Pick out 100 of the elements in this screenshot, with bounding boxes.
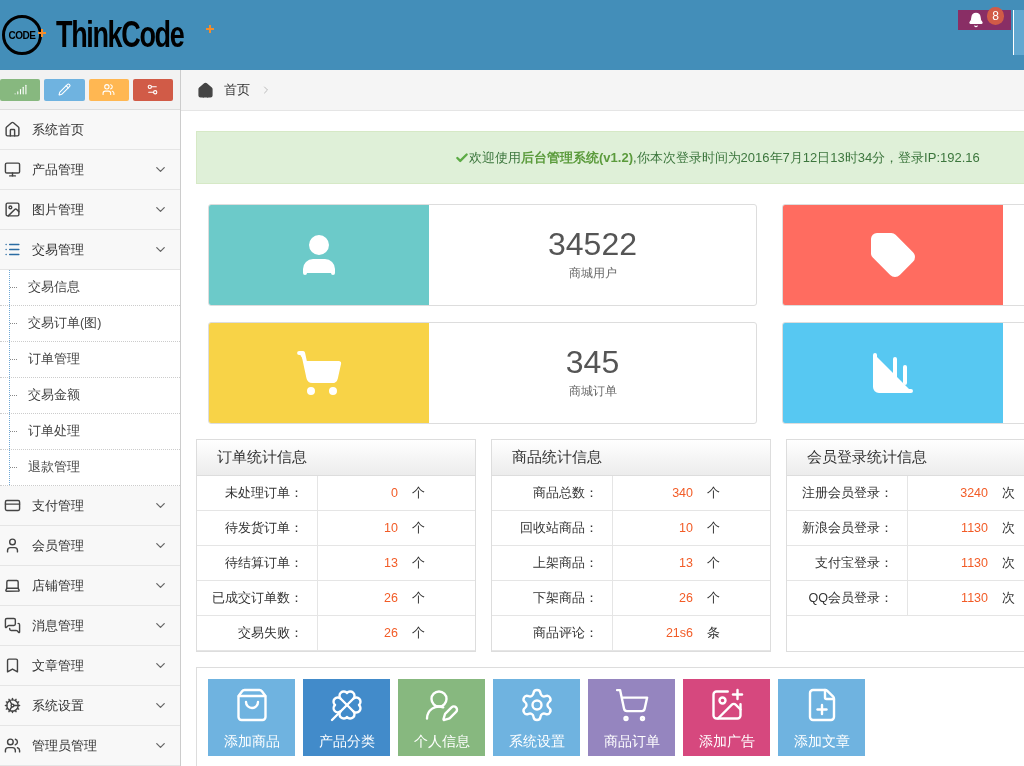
shortcut-button[interactable] <box>44 78 85 101</box>
sidebar-item[interactable]: 图片管理 <box>0 190 180 230</box>
table-cell: 注册会员登录： <box>787 476 908 510</box>
stat-number: 26 <box>383 589 398 607</box>
stat-value: 34522 <box>548 228 637 260</box>
table-cell: 商品总数： <box>492 476 613 510</box>
submenu-item[interactable]: 交易信息 <box>28 278 80 297</box>
sidebar-label: 产品管理 <box>32 160 85 179</box>
signal-icon <box>13 83 27 96</box>
sidebar-label: 店铺管理 <box>32 576 85 595</box>
submenu-item[interactable]: 退款管理 <box>28 458 80 477</box>
table-cell: 待发货订单： <box>197 511 318 545</box>
welcome-message: 欢迎使用后台管理系统(v1.2),你本次登录时间为2016年7月12日13时34分，登录IP:192.16 <box>469 148 980 167</box>
stat-label: 商城订单 <box>568 383 617 400</box>
logo-badge: CODE <box>2 15 42 55</box>
notification-count: 8 <box>987 7 1004 25</box>
table-cell: 支付宝登录： <box>787 546 908 580</box>
sidebar-label: 文章管理 <box>32 656 85 675</box>
unit-label: 个 <box>412 554 425 572</box>
panel-title: 商品统计信息 <box>512 447 602 468</box>
unit-label: 条 <box>707 624 720 642</box>
users-icon <box>102 83 116 96</box>
sidebar-item[interactable]: 交易管理 <box>0 230 180 270</box>
stat-number: 10 <box>678 519 693 537</box>
plus-icon <box>38 29 46 37</box>
table-cell: 已成交订单数： <box>197 581 318 615</box>
sidebar-label: 会员管理 <box>32 536 85 555</box>
bell-icon <box>968 12 984 28</box>
unit-label: 个 <box>707 484 720 502</box>
sidebar-item[interactable]: 文章管理 <box>0 646 180 686</box>
unit-label: 次 <box>1002 554 1015 572</box>
sidebar-label: 系统设置 <box>32 696 85 715</box>
sidebar-label: 消息管理 <box>32 616 85 635</box>
sidebar-item[interactable]: 管理员管理 <box>0 726 180 766</box>
sidebar-label: 图片管理 <box>32 200 85 219</box>
unit-label: 个 <box>412 519 425 537</box>
table-cell: 新浪会员登录： <box>787 511 908 545</box>
cart-icon <box>613 687 650 723</box>
stat-number: 340 <box>671 484 693 502</box>
sidebar-item[interactable]: 产品管理 <box>0 150 180 190</box>
unit-label: 个 <box>412 484 425 502</box>
sidebar-item[interactable]: 支付管理 <box>0 486 180 526</box>
check-icon <box>455 150 469 165</box>
sidebar-label: 交易管理 <box>32 240 85 259</box>
table-cell: 待结算订单： <box>197 546 318 580</box>
sidebar-item[interactable]: 消息管理 <box>0 606 180 646</box>
tags-icon <box>869 231 917 279</box>
table-cell: 回收站商品： <box>492 511 613 545</box>
cart-icon <box>295 349 343 397</box>
submenu-item[interactable]: 订单管理 <box>28 350 80 369</box>
stat-number: 21s6 <box>664 624 693 642</box>
stat-number: 1130 <box>960 554 988 572</box>
shortcut-button[interactable] <box>132 78 173 101</box>
sidebar-item[interactable]: 系统设置 <box>0 686 180 726</box>
table-cell: 上架商品： <box>492 546 613 580</box>
submenu-item[interactable]: 交易金额 <box>28 386 80 405</box>
stat-number: 13 <box>383 554 398 572</box>
unit-label: 个 <box>412 624 425 642</box>
bookmark-icon <box>4 657 21 674</box>
unit-label: 个 <box>707 554 720 572</box>
unit-label: 次 <box>1002 484 1015 502</box>
shortcut-button[interactable] <box>0 78 41 101</box>
sidebar-item[interactable]: 店铺管理 <box>0 566 180 606</box>
sidebar-item[interactable]: 会员管理 <box>0 526 180 566</box>
sidebar-item[interactable]: 系统首页 <box>0 110 180 150</box>
unit-label: 个 <box>707 519 720 537</box>
petals-icon <box>328 687 365 723</box>
quick-action-button[interactable]: 添加广告 <box>683 679 770 756</box>
plus-icon <box>205 25 214 33</box>
laptop-icon <box>4 577 21 594</box>
stat-number: 10 <box>383 519 398 537</box>
shortcut-button[interactable] <box>88 78 129 101</box>
table-cell: 未处理订单： <box>197 476 318 510</box>
quick-action-button[interactable]: 产品分类 <box>303 679 390 756</box>
user-icon <box>4 537 21 554</box>
sidebar-label: 系统首页 <box>32 120 85 139</box>
panel-title: 会员登录统计信息 <box>807 447 927 468</box>
table-cell: 下架商品： <box>492 581 613 615</box>
home-icon <box>4 121 21 138</box>
list-icon <box>4 241 21 258</box>
users-icon <box>4 737 21 754</box>
sidebar-label: 管理员管理 <box>32 736 98 755</box>
notification-button[interactable]: 8 <box>958 10 1011 30</box>
submenu-item[interactable]: 订单处理 <box>28 422 80 441</box>
logo-text: ThinkCode <box>56 17 184 53</box>
stat-number: 26 <box>383 624 398 642</box>
unit-label: 次 <box>1002 589 1015 607</box>
monitor-icon <box>4 161 21 178</box>
stat-number: 3240 <box>959 484 988 502</box>
stat-label: 商城用户 <box>568 265 617 282</box>
stat-value: 345 <box>565 346 620 378</box>
pencil-icon <box>57 83 71 96</box>
stat-number: 1130 <box>960 589 988 607</box>
unit-label: 个 <box>412 589 425 607</box>
breadcrumb-link[interactable]: 首页 <box>224 80 250 100</box>
unit-label: 次 <box>1002 519 1015 537</box>
user-panel[interactable] <box>1013 10 1024 55</box>
home-icon <box>197 81 214 99</box>
stat-number: 0 <box>390 484 398 502</box>
table-cell: QQ会员登录： <box>787 581 908 615</box>
